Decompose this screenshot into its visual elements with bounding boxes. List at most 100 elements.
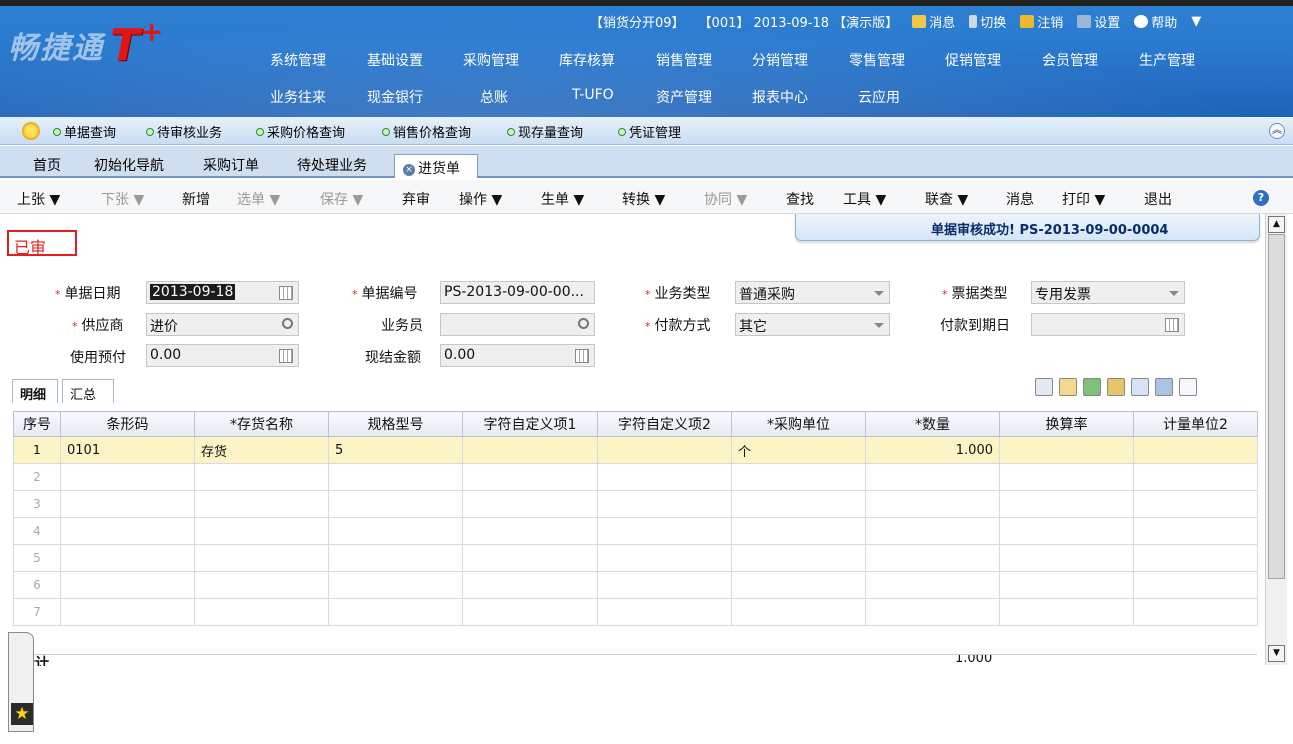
table-cell[interactable]	[597, 544, 732, 572]
menu-production[interactable]: 生产管理	[1139, 50, 1195, 70]
unaudit-button[interactable]: 弃审	[402, 189, 430, 209]
message-button[interactable]: 消息	[912, 12, 955, 31]
table-row[interactable]: 7	[13, 598, 1258, 626]
col-header[interactable]: 换算率	[999, 411, 1134, 437]
calendar-icon[interactable]	[1165, 318, 1179, 332]
menu-distribution[interactable]: 分销管理	[752, 50, 808, 70]
menu-inventory[interactable]: 库存核算	[559, 50, 615, 70]
calendar-icon[interactable]	[279, 286, 293, 300]
table-cell[interactable]	[328, 463, 463, 491]
table-cell[interactable]: 个	[731, 436, 866, 464]
table-cell[interactable]	[1133, 517, 1258, 545]
table-cell[interactable]	[60, 517, 195, 545]
cash-amount-field[interactable]: 0.00	[440, 344, 595, 367]
menu-retail[interactable]: 零售管理	[849, 50, 905, 70]
menu-cloud[interactable]: 云应用	[858, 87, 900, 107]
menu-member[interactable]: 会员管理	[1042, 50, 1098, 70]
prev-button[interactable]: 上张 ▼	[17, 189, 60, 209]
salesman-field[interactable]	[440, 313, 595, 336]
table-cell[interactable]	[462, 517, 598, 545]
settings-button[interactable]: 设置	[1077, 12, 1120, 31]
table-cell[interactable]	[731, 463, 866, 491]
switch-button[interactable]: 切换	[969, 12, 1006, 31]
table-cell[interactable]	[60, 598, 195, 626]
table-cell[interactable]	[999, 436, 1134, 464]
table-cell[interactable]: 1.000	[865, 436, 1000, 464]
tab-init-guide[interactable]: 初始化导航	[94, 155, 164, 175]
table-cell[interactable]	[731, 571, 866, 599]
search-icon[interactable]	[282, 318, 293, 329]
table-cell[interactable]	[999, 571, 1134, 599]
menu-business[interactable]: 业务往来	[270, 87, 326, 107]
table-cell[interactable]	[597, 571, 732, 599]
linked-query-button[interactable]: 联查 ▼	[925, 189, 968, 209]
table-cell[interactable]	[865, 463, 1000, 491]
supplier-field[interactable]: 进价	[146, 313, 299, 336]
collapse-icon[interactable]: ︽	[1269, 123, 1285, 139]
col-header[interactable]: 计量单位2	[1133, 411, 1258, 437]
table-cell[interactable]	[1133, 544, 1258, 572]
exit-button[interactable]: 退出	[1144, 189, 1172, 209]
table-cell[interactable]: 7	[13, 598, 61, 626]
table-cell[interactable]: 5	[328, 436, 463, 464]
scroll-down-icon[interactable]: ▼	[1268, 645, 1285, 662]
table-cell[interactable]	[462, 571, 598, 599]
col-header[interactable]: *存货名称	[194, 411, 329, 437]
vertical-scrollbar[interactable]: ▲ ▼	[1265, 214, 1287, 665]
table-cell[interactable]	[194, 517, 329, 545]
table-cell[interactable]	[328, 598, 463, 626]
new-button[interactable]: 新增	[182, 189, 210, 209]
col-header[interactable]: *数量	[865, 411, 1000, 437]
table-cell[interactable]	[999, 544, 1134, 572]
table-cell[interactable]	[865, 517, 1000, 545]
table-cell[interactable]	[731, 544, 866, 572]
quicklink-purchase-price[interactable]: 采购价格查询	[256, 122, 345, 141]
message-toolbar-button[interactable]: 消息	[1006, 189, 1034, 209]
tab-summary[interactable]: 汇总	[62, 379, 114, 403]
table-cell[interactable]	[194, 571, 329, 599]
table-cell[interactable]	[865, 490, 1000, 518]
tab-detail[interactable]: 明细	[12, 379, 58, 403]
table-cell[interactable]: 存货	[194, 436, 329, 464]
table-cell[interactable]: 5	[13, 544, 61, 572]
tab-pending[interactable]: 待处理业务	[297, 155, 367, 175]
scroll-thumb[interactable]	[1268, 234, 1285, 579]
dropdown-icon[interactable]	[874, 323, 884, 328]
table-cell[interactable]	[1133, 490, 1258, 518]
quicklink-voucher[interactable]: 凭证管理	[618, 122, 681, 141]
table-cell[interactable]	[731, 598, 866, 626]
table-cell[interactable]: 3	[13, 490, 61, 518]
table-cell[interactable]	[328, 517, 463, 545]
table-cell[interactable]	[999, 490, 1134, 518]
table-cell[interactable]	[60, 544, 195, 572]
table-cell[interactable]: 4	[13, 517, 61, 545]
quicklink-sales-price[interactable]: 销售价格查询	[382, 122, 471, 141]
table-cell[interactable]: 6	[13, 571, 61, 599]
table-cell[interactable]: 0101	[60, 436, 195, 464]
quicklink-pending-audit[interactable]: 待审核业务	[146, 122, 222, 141]
table-cell[interactable]	[194, 490, 329, 518]
doc-no-field[interactable]: PS-2013-09-00-00...	[440, 281, 595, 304]
payment-method-select[interactable]: 其它	[735, 313, 890, 336]
table-cell[interactable]	[60, 490, 195, 518]
calendar-icon[interactable]	[279, 349, 293, 363]
table-cell[interactable]	[1133, 571, 1258, 599]
table-cell[interactable]	[865, 598, 1000, 626]
doc-date-field[interactable]: 2013-09-18	[146, 281, 299, 304]
generate-button[interactable]: 生单 ▼	[541, 189, 584, 209]
menu-ledger[interactable]: 总账	[480, 87, 508, 107]
select-button[interactable]: 选单 ▼	[237, 189, 280, 209]
table-cell[interactable]	[999, 463, 1134, 491]
table-cell[interactable]	[731, 490, 866, 518]
table-row[interactable]: 6	[13, 571, 1258, 599]
col-header[interactable]: 规格型号	[328, 411, 463, 437]
table-cell[interactable]: 1	[13, 436, 61, 464]
table-row[interactable]: 1 0101 存货 5 个 1.000	[13, 436, 1258, 464]
table-cell[interactable]	[328, 544, 463, 572]
table-cell[interactable]	[597, 463, 732, 491]
menu-system[interactable]: 系统管理	[270, 50, 326, 70]
col-header[interactable]: 序号	[13, 411, 61, 437]
table-cell[interactable]	[597, 517, 732, 545]
table-cell[interactable]	[328, 571, 463, 599]
table-cell[interactable]	[462, 463, 598, 491]
